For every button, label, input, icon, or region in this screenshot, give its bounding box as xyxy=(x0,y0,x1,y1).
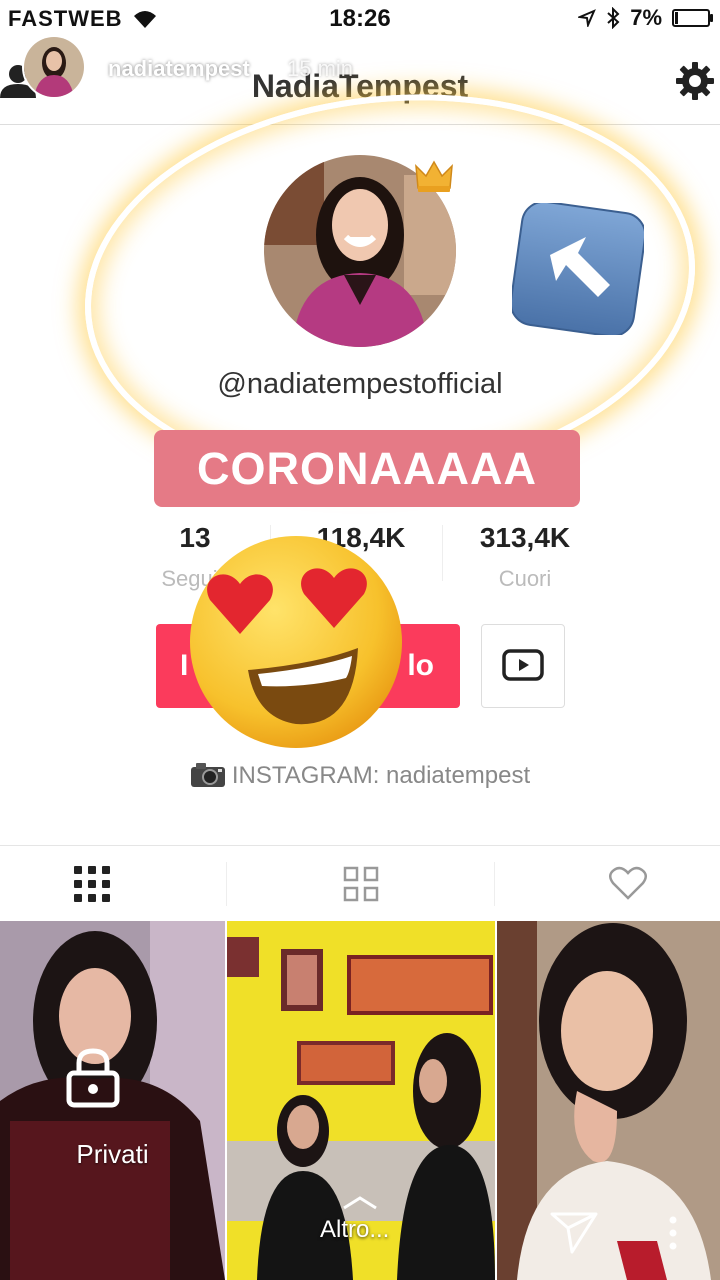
stat-hearts[interactable]: 313,4K Cuori xyxy=(440,522,610,592)
stat-label: Cuori xyxy=(498,566,552,591)
camera-icon xyxy=(190,763,225,787)
status-bar: FASTWEB 18:26 7% xyxy=(0,0,720,40)
heart-icon xyxy=(609,866,647,900)
up-left-arrow-icon xyxy=(512,203,644,335)
video-thumbnail[interactable] xyxy=(497,921,720,1280)
youtube-button[interactable] xyxy=(481,624,565,708)
heart-eyes-emoji-icon xyxy=(190,536,402,748)
lock-icon xyxy=(66,1048,120,1108)
profile-handle: @nadiatempestofficial xyxy=(217,368,503,400)
instagram-text: INSTAGRAM: nadiatempest xyxy=(231,762,531,789)
more-vert-icon[interactable] xyxy=(668,1216,678,1250)
stat-value: 313,4K xyxy=(479,522,571,553)
story-time: 15 min xyxy=(287,56,354,81)
status-right: 7% xyxy=(578,5,713,31)
more-button[interactable]: Altro... xyxy=(320,1216,389,1244)
video-thumbnail[interactable]: Privati xyxy=(0,921,225,1280)
tiles-icon xyxy=(343,866,379,902)
follow-label-end: lo xyxy=(407,649,434,682)
profile-tabs xyxy=(0,845,720,922)
grid-icon xyxy=(74,866,110,902)
bluetooth-icon xyxy=(607,7,620,29)
gear-icon[interactable] xyxy=(674,60,716,102)
caption-sticker: CORONAAAAA xyxy=(154,430,580,507)
crown-icon xyxy=(415,160,453,192)
tab-liked[interactable] xyxy=(495,846,720,922)
send-icon[interactable] xyxy=(550,1210,600,1254)
location-arrow-icon xyxy=(578,9,597,27)
chevron-up-icon[interactable] xyxy=(342,1196,378,1210)
private-label: Privati xyxy=(76,1139,149,1169)
battery-percent: 7% xyxy=(630,5,662,30)
youtube-icon xyxy=(502,649,544,681)
story-username[interactable]: nadiatempest xyxy=(108,56,250,82)
bio-line: INSTAGRAM: nadiatempest xyxy=(0,762,720,790)
tab-videos[interactable] xyxy=(0,846,226,922)
tab-tiles[interactable] xyxy=(227,846,493,922)
battery-icon xyxy=(672,9,713,27)
